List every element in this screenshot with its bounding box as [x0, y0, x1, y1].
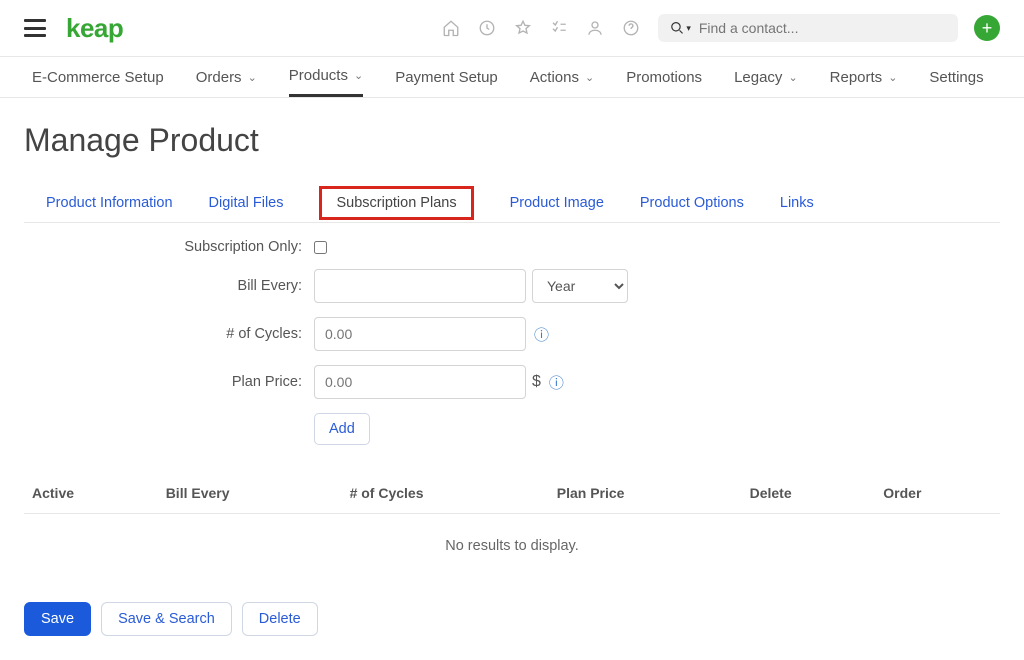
nav-actions[interactable]: Actions ⌄	[530, 57, 594, 97]
col-cycles: # of Cycles	[342, 473, 549, 514]
col-order: Order	[875, 473, 1000, 514]
nav-label: Actions	[530, 69, 579, 86]
page-content: Manage Product Product Information Digit…	[0, 98, 1024, 660]
tab-links[interactable]: Links	[780, 195, 814, 211]
nav-products[interactable]: Products ⌄	[289, 57, 363, 97]
action-buttons: Save Save & Search Delete	[24, 602, 1000, 636]
nav-payment-setup[interactable]: Payment Setup	[395, 57, 498, 97]
subscription-only-checkbox[interactable]	[314, 241, 327, 254]
bill-every-input[interactable]	[314, 269, 526, 303]
tab-subscription-plans[interactable]: Subscription Plans	[319, 186, 473, 220]
nav-label: E-Commerce Setup	[32, 69, 164, 86]
col-active: Active	[24, 473, 158, 514]
subscription-form: Subscription Only: Bill Every: Year # of…	[24, 239, 644, 445]
subscription-only-label: Subscription Only:	[24, 239, 314, 255]
plan-price-help-icon[interactable]: ⓘ	[549, 372, 564, 393]
user-icon[interactable]	[586, 19, 604, 37]
search-box[interactable]: ▾	[658, 14, 958, 42]
add-button[interactable]: +	[974, 15, 1000, 41]
header-icons	[442, 19, 640, 37]
nav-label: Products	[289, 67, 348, 84]
delete-button[interactable]: Delete	[242, 602, 318, 636]
top-bar: keap ▾ +	[0, 0, 1024, 56]
nav-legacy[interactable]: Legacy ⌄	[734, 57, 798, 97]
col-bill-every: Bill Every	[158, 473, 342, 514]
col-delete: Delete	[742, 473, 876, 514]
nav-label: Payment Setup	[395, 69, 498, 86]
save-search-button[interactable]: Save & Search	[101, 602, 232, 636]
add-plan-button[interactable]: Add	[314, 413, 370, 445]
save-button[interactable]: Save	[24, 602, 91, 636]
tab-product-image[interactable]: Product Image	[510, 195, 604, 211]
menu-icon[interactable]	[24, 19, 46, 37]
plan-price-label: Plan Price:	[24, 374, 314, 390]
clock-icon[interactable]	[478, 19, 496, 37]
plan-price-input[interactable]	[314, 365, 526, 399]
search-input[interactable]	[699, 20, 946, 36]
cycles-help-icon[interactable]: ⓘ	[534, 324, 549, 345]
nav-ecommerce-setup[interactable]: E-Commerce Setup	[32, 57, 164, 97]
bill-every-label: Bill Every:	[24, 278, 314, 294]
logo: keap	[66, 13, 123, 44]
nav-label: Orders	[196, 69, 242, 86]
chevron-down-icon: ⌄	[354, 69, 363, 82]
chevron-down-icon: ⌄	[248, 71, 257, 84]
tasks-icon[interactable]	[550, 19, 568, 37]
nav-orders[interactable]: Orders ⌄	[196, 57, 257, 97]
help-icon[interactable]	[622, 19, 640, 37]
nav-label: Promotions	[626, 69, 702, 86]
table-empty-message: No results to display.	[24, 514, 1000, 578]
tab-digital-files[interactable]: Digital Files	[209, 195, 284, 211]
plans-table: Active Bill Every # of Cycles Plan Price…	[24, 473, 1000, 514]
main-nav: E-Commerce Setup Orders ⌄ Products ⌄ Payme…	[0, 56, 1024, 98]
tab-product-options[interactable]: Product Options	[640, 195, 744, 211]
tab-product-information[interactable]: Product Information	[46, 195, 173, 211]
star-icon[interactable]	[514, 19, 532, 37]
product-tabs: Product Information Digital Files Subscr…	[24, 183, 1000, 223]
col-plan-price: Plan Price	[549, 473, 742, 514]
currency-symbol: $	[532, 373, 541, 391]
table-header-row: Active Bill Every # of Cycles Plan Price…	[24, 473, 1000, 514]
chevron-down-icon: ⌄	[788, 71, 797, 84]
chevron-down-icon: ⌄	[585, 71, 594, 84]
bill-every-unit-select[interactable]: Year	[532, 269, 628, 303]
cycles-input[interactable]	[314, 317, 526, 351]
cycles-label: # of Cycles:	[24, 326, 314, 342]
chevron-down-icon: ⌄	[888, 71, 897, 84]
nav-promotions[interactable]: Promotions	[626, 57, 702, 97]
search-caret-icon: ▾	[686, 23, 691, 34]
nav-label: Settings	[929, 69, 983, 86]
nav-label: Reports	[830, 69, 883, 86]
home-icon[interactable]	[442, 19, 460, 37]
nav-reports[interactable]: Reports ⌄	[830, 57, 898, 97]
page-title: Manage Product	[24, 122, 1000, 159]
nav-label: Legacy	[734, 69, 782, 86]
search-icon	[670, 20, 684, 36]
nav-settings[interactable]: Settings	[929, 57, 983, 97]
